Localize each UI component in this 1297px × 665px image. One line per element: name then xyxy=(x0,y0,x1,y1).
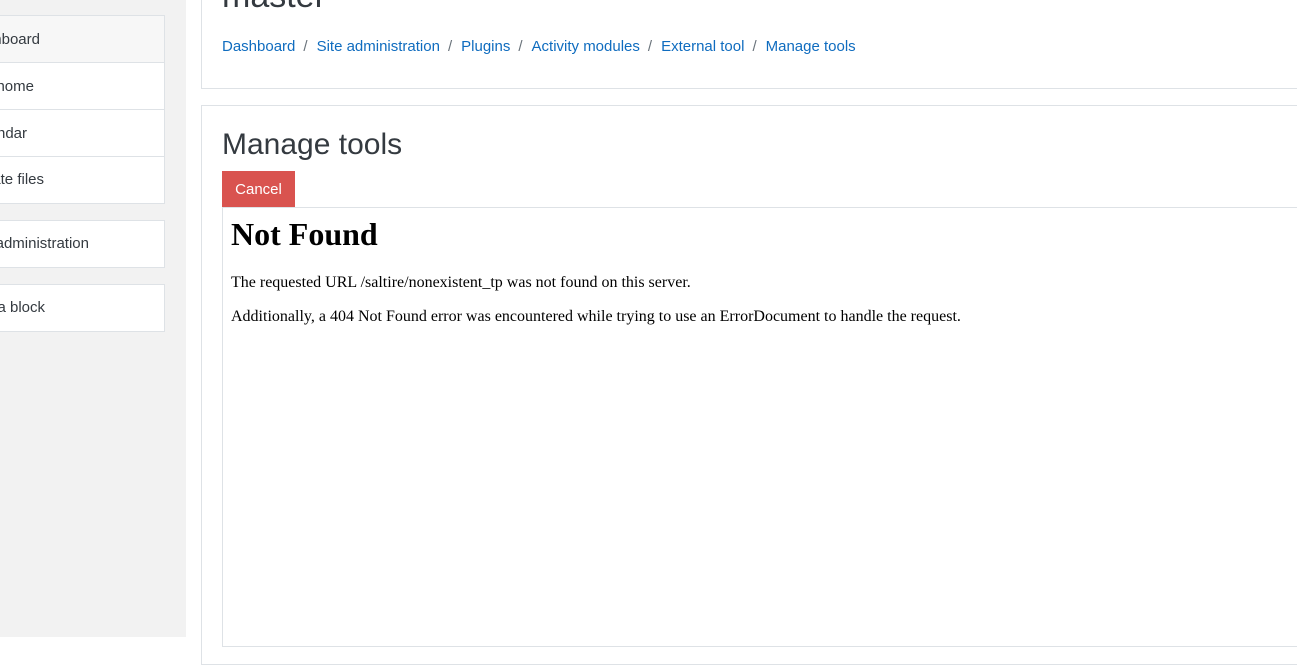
error-message: The requested URL /saltire/nonexistent_t… xyxy=(231,274,691,291)
nav-item-add-block[interactable]: Add a block xyxy=(0,285,164,331)
nav-drawer: Dashboard Site home Calendar Private fil… xyxy=(0,0,186,637)
error-title: Not Found xyxy=(231,216,378,252)
nav-group-block: Add a block xyxy=(0,284,165,332)
nav-item-dashboard[interactable]: Dashboard xyxy=(0,16,164,63)
breadcrumb-separator: / xyxy=(303,38,308,55)
breadcrumb-plugins[interactable]: Plugins xyxy=(461,38,510,55)
nav-item-private-files[interactable]: Private files xyxy=(0,157,164,203)
nav-item-site-home[interactable]: Site home xyxy=(0,63,164,110)
nav-item-label: Calendar xyxy=(0,125,27,142)
error-detail: Additionally, a 404 Not Found error was … xyxy=(231,308,961,325)
nav-item-label: Dashboard xyxy=(0,31,40,48)
breadcrumb-external-tool[interactable]: External tool xyxy=(661,38,744,55)
breadcrumb-manage-tools[interactable]: Manage tools xyxy=(766,38,856,55)
cancel-button[interactable]: Cancel xyxy=(222,171,295,207)
nav-item-label: Add a block xyxy=(0,299,45,316)
breadcrumb-site-administration[interactable]: Site administration xyxy=(317,38,440,55)
breadcrumb-separator: / xyxy=(447,38,453,55)
breadcrumb-separator: / xyxy=(518,38,523,55)
breadcrumb-dashboard[interactable]: Dashboard xyxy=(222,38,295,55)
nav-item-label: Site administration xyxy=(0,235,89,252)
nav-group-admin: Site administration xyxy=(0,220,165,268)
page-title: Manage tools xyxy=(222,128,403,161)
breadcrumb-separator: / xyxy=(647,38,653,55)
breadcrumb-activity-modules[interactable]: Activity modules xyxy=(532,38,640,55)
breadcrumb: Dashboard / Site administration / Plugins / Ac… xyxy=(222,38,856,56)
site-title: master xyxy=(222,0,326,16)
nav-item-label: Private files xyxy=(0,171,44,188)
breadcrumb-separator: / xyxy=(752,38,757,55)
nav-group-main: Dashboard Site home Calendar Private fil… xyxy=(0,15,165,204)
nav-item-calendar[interactable]: Calendar xyxy=(0,110,164,157)
nav-item-label: Site home xyxy=(0,78,34,95)
nav-item-site-administration[interactable]: Site administration xyxy=(0,221,164,267)
